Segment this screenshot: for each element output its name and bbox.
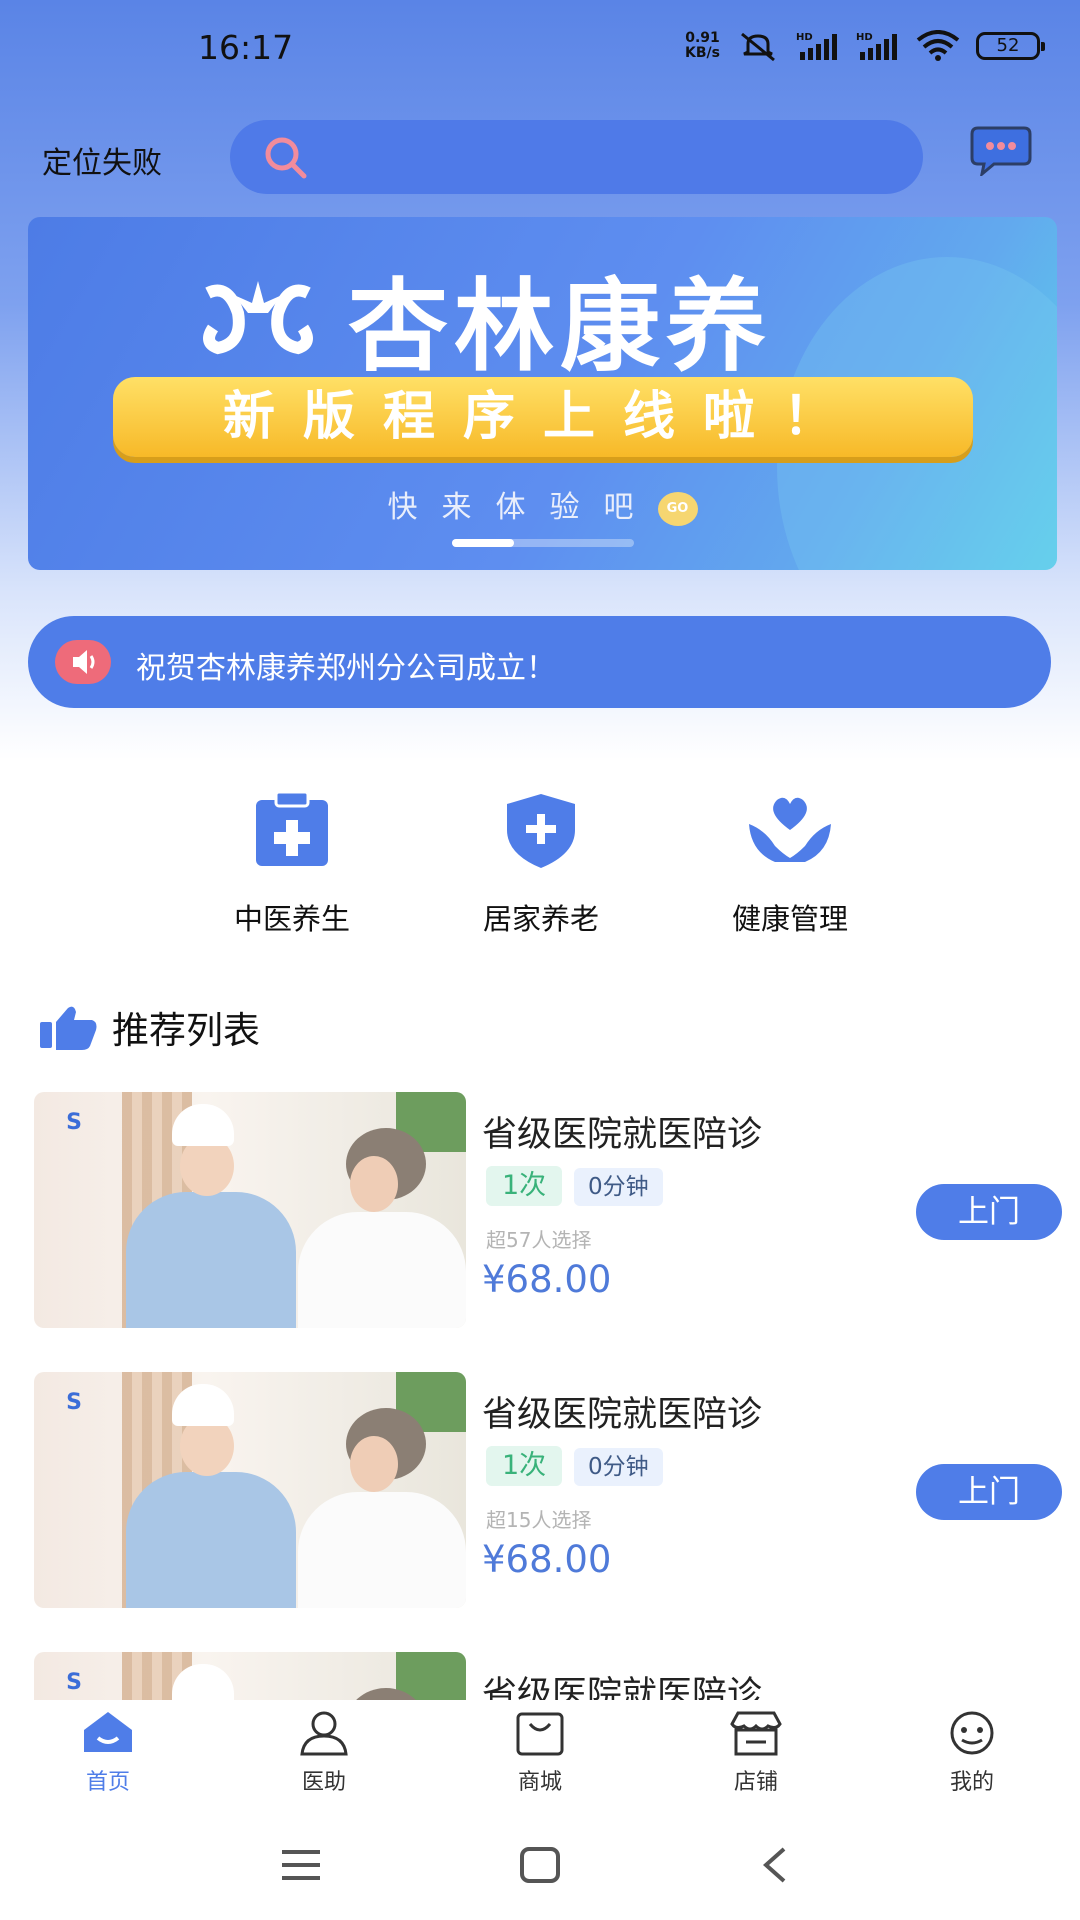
watermark-logo: S — [66, 1390, 82, 1415]
tab-store[interactable]: 店铺 — [686, 1710, 826, 1796]
tab-label: 医助 — [301, 1770, 346, 1795]
signal-icon: HD — [796, 32, 837, 60]
banner-brand: 杏林康养 — [348, 267, 772, 385]
clipboard-plus-icon — [256, 790, 328, 866]
svg-text:HD: HD — [796, 32, 813, 43]
search-icon — [265, 137, 307, 179]
battery-icon: 52 — [976, 32, 1045, 60]
category-label: 居家养老 — [482, 902, 599, 936]
go-badge: GO — [657, 491, 698, 526]
duration-tag: 0分钟 — [574, 1448, 663, 1486]
item-price: ¥68.00 — [482, 1258, 612, 1301]
status-time: 16:17 — [198, 28, 294, 67]
home-nav-icon[interactable] — [519, 1846, 561, 1884]
service-image: S — [34, 1092, 466, 1328]
message-icon[interactable] — [970, 124, 1032, 176]
banner-indicator — [452, 539, 634, 547]
signal-icon-2: HD — [856, 32, 897, 60]
heart-hands-icon — [749, 797, 831, 862]
recommend-title: 推荐列表 — [112, 1009, 260, 1052]
net-speed: 0.91 KB/s — [685, 30, 720, 61]
tab-assistant[interactable]: 医助 — [254, 1710, 394, 1796]
list-item[interactable]: S 省级医院就医陪诊 1次 0分钟 超15人选择 ¥68.00 上门 — [34, 1372, 1062, 1608]
location-label[interactable]: 定位失败 — [42, 138, 162, 182]
category-label: 中医养生 — [233, 902, 350, 936]
tab-label: 店铺 — [733, 1770, 778, 1795]
notice-bar[interactable]: 祝贺杏林康养郑州分公司成立！ — [28, 616, 1051, 708]
times-tag: 1次 — [486, 1446, 563, 1486]
home-visit-button[interactable]: 上门 — [916, 1464, 1062, 1520]
category-label: 健康管理 — [731, 902, 848, 936]
tab-mall[interactable]: 商城 — [470, 1710, 610, 1796]
list-item[interactable]: S 省级医院就医陪诊 — [34, 1652, 1054, 1700]
category-health-mgmt[interactable]: 健康管理 — [670, 790, 910, 938]
shopping-bag-icon — [516, 1712, 564, 1756]
service-image: S — [34, 1652, 466, 1700]
menu-icon[interactable] — [280, 1848, 322, 1882]
thumbs-up-icon — [40, 1006, 97, 1050]
profile-face-icon — [950, 1711, 994, 1755]
home-icon — [84, 1712, 132, 1752]
store-icon — [730, 1711, 782, 1756]
tab-home[interactable]: 首页 — [38, 1710, 178, 1796]
wifi-icon — [916, 30, 960, 61]
recommend-header: 推荐列表 — [38, 1000, 260, 1054]
bottom-tab-bar: 首页 医助 商城 店铺 我的 — [0, 1700, 1080, 1810]
mute-icon — [741, 32, 775, 62]
assistant-icon — [300, 1711, 348, 1756]
sold-count: 超15人选择 — [486, 1508, 592, 1532]
system-nav-bar — [0, 1810, 1080, 1920]
banner-subtitle: 快来体验吧 GO — [28, 482, 1057, 526]
banner-headline: 新版程序上线啦！ — [113, 377, 973, 457]
duration-tag: 0分钟 — [574, 1168, 663, 1206]
watermark-logo: S — [66, 1670, 82, 1695]
status-bar: 16:17 0.91 KB/s HD HD 52 — [0, 0, 1080, 100]
list-item[interactable]: S 省级医院就医陪诊 1次 0分钟 超57人选择 ¥68.00 上门 — [34, 1092, 1062, 1328]
back-icon[interactable] — [760, 1846, 790, 1884]
item-title: 省级医院就医陪诊 — [482, 1395, 763, 1435]
tab-label: 我的 — [949, 1770, 994, 1795]
notice-text: 祝贺杏林康养郑州分公司成立！ — [136, 651, 556, 686]
times-tag: 1次 — [486, 1166, 563, 1206]
sold-count: 超57人选择 — [486, 1228, 592, 1252]
category-tcm[interactable]: 中医养生 — [172, 790, 412, 938]
watermark-logo: S — [66, 1110, 82, 1135]
item-title: 省级医院就医陪诊 — [482, 1675, 763, 1700]
category-home-care[interactable]: 居家养老 — [421, 790, 661, 938]
tab-label: 商城 — [517, 1770, 562, 1795]
item-title: 省级医院就医陪诊 — [482, 1115, 763, 1155]
search-input[interactable] — [230, 120, 923, 194]
speaker-icon — [55, 640, 111, 684]
home-visit-button[interactable]: 上门 — [916, 1184, 1062, 1240]
service-image: S — [34, 1372, 466, 1608]
tab-mine[interactable]: 我的 — [902, 1710, 1042, 1796]
promo-banner[interactable]: 杏林康养 新版程序上线啦！ 快来体验吧 GO — [28, 217, 1057, 570]
item-price: ¥68.00 — [482, 1538, 612, 1581]
svg-text:HD: HD — [856, 32, 873, 43]
brand-logo-icon — [203, 280, 313, 354]
shield-plus-icon — [507, 794, 575, 868]
tab-label: 首页 — [85, 1770, 130, 1795]
